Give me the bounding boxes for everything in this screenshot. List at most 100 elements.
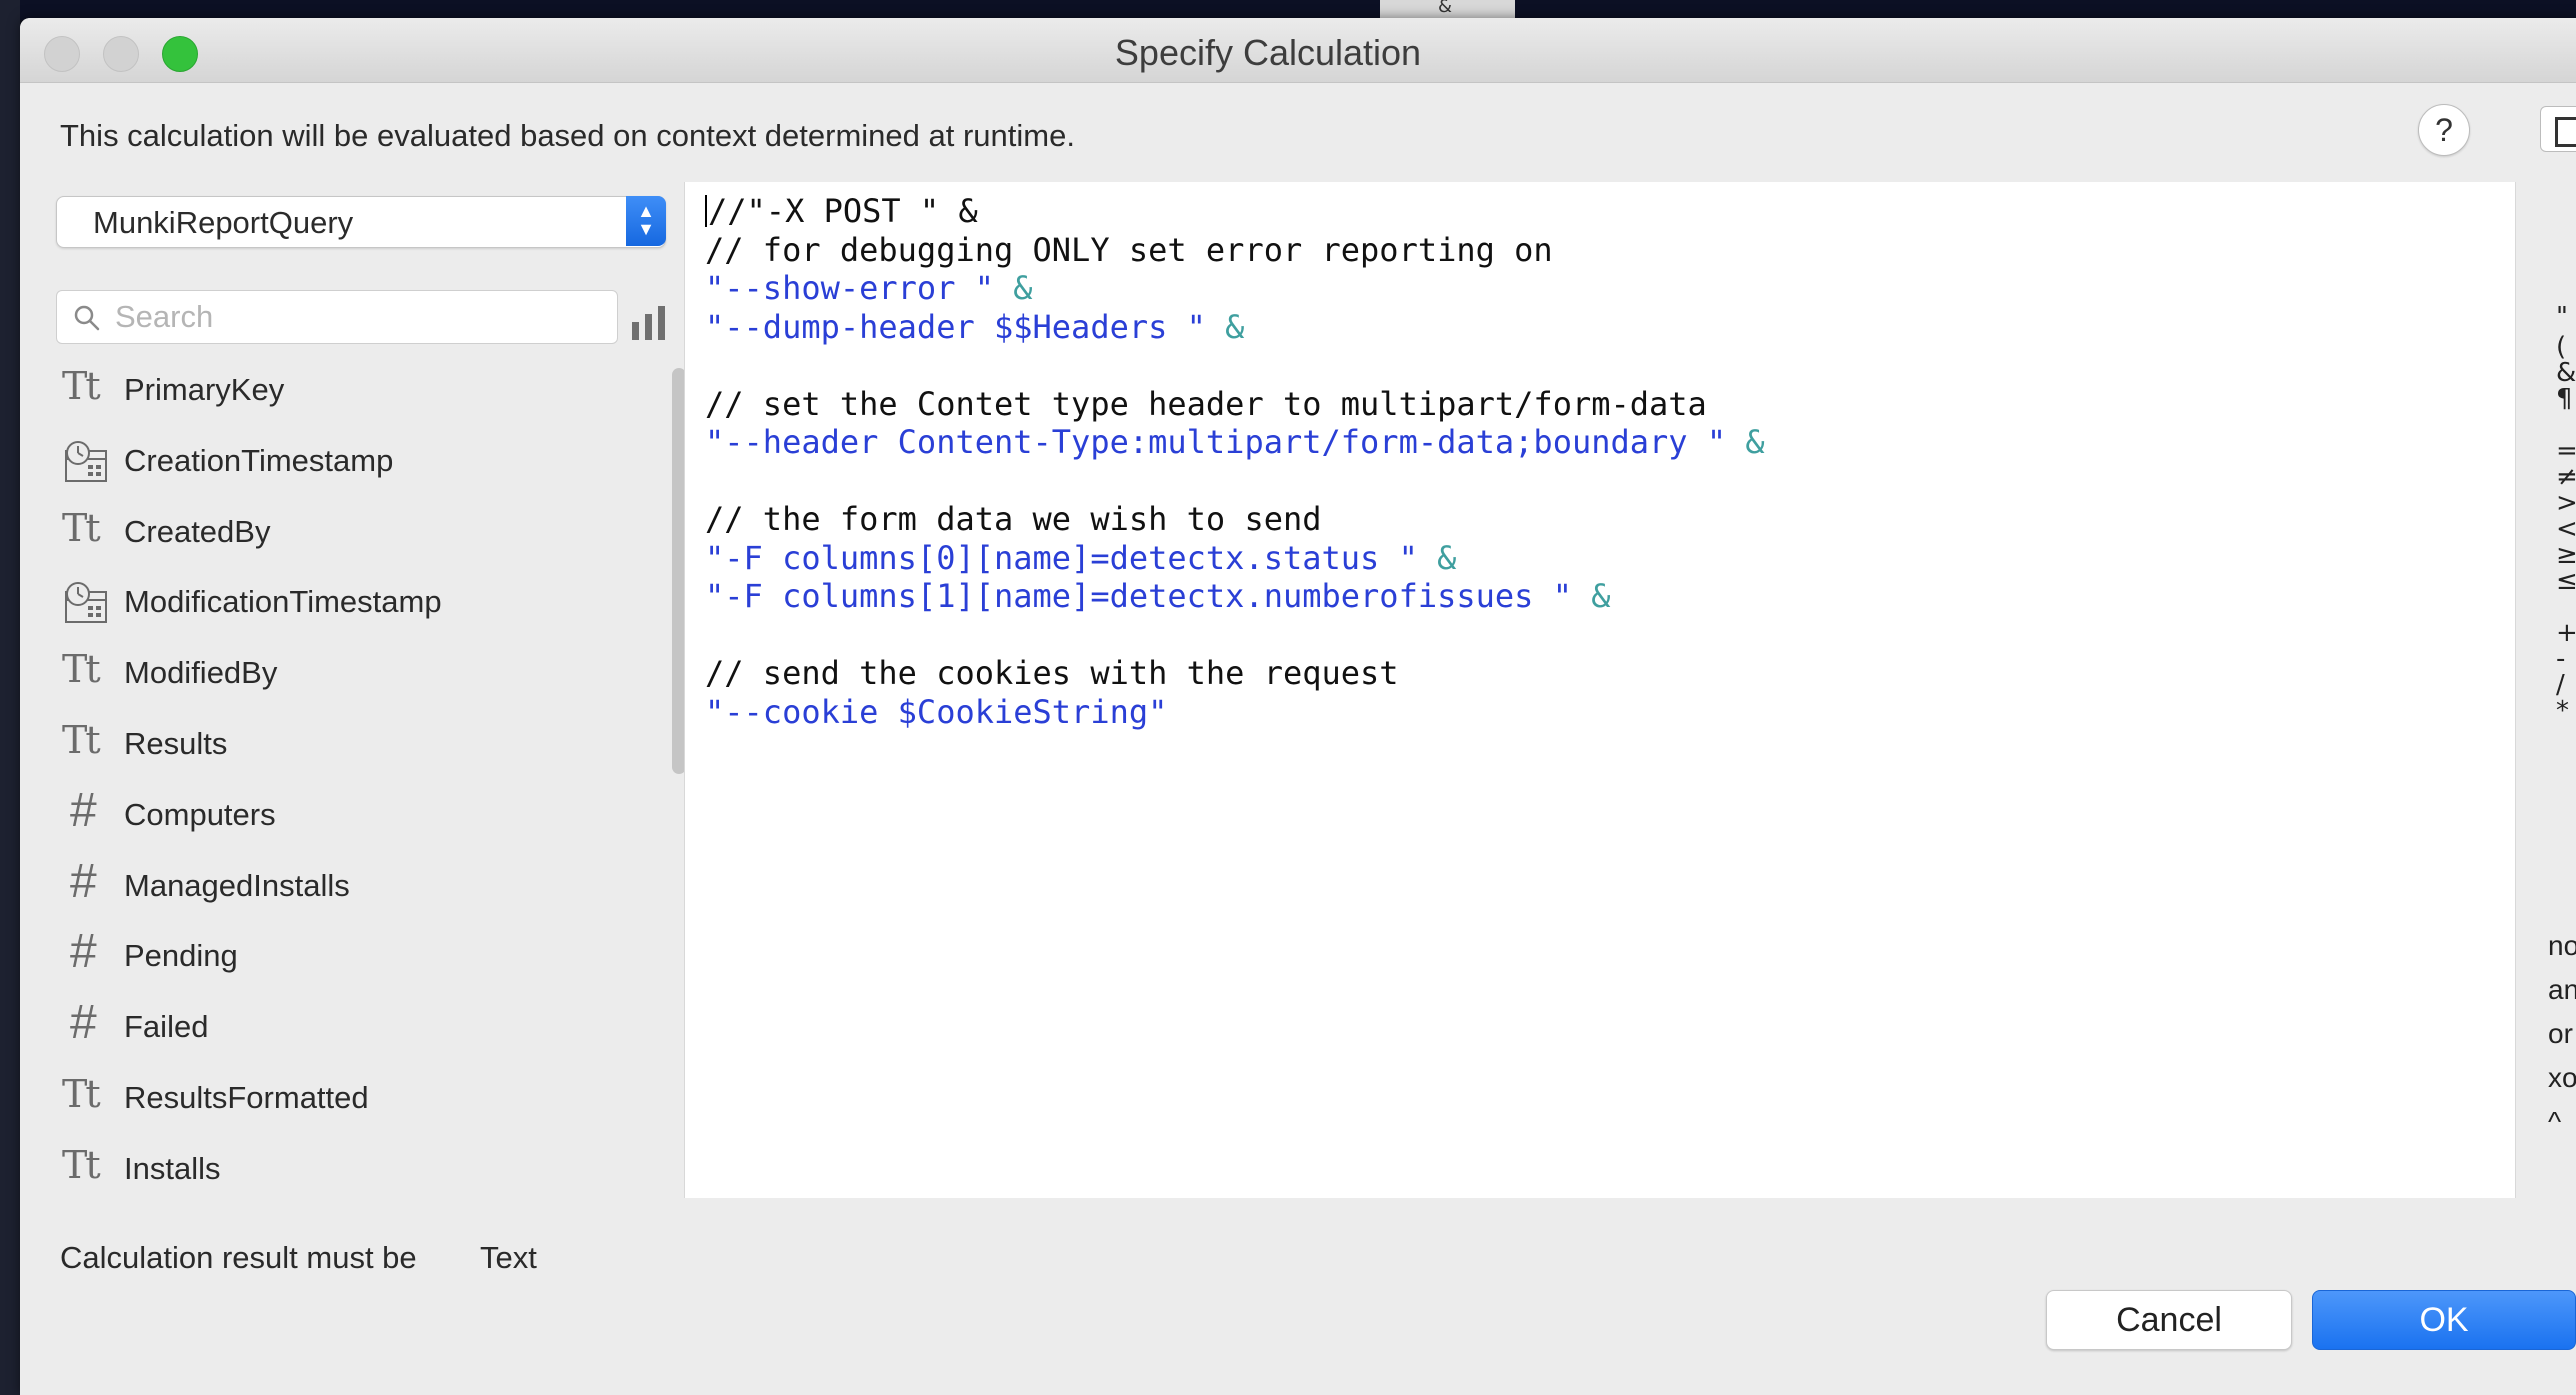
field-name: ModificationTimestamp [124,584,442,620]
number-field-icon: # [70,996,97,1050]
calculation-editor[interactable]: //"-X POST " &// for debugging ONLY set … [684,182,2516,1198]
sort-options-icon[interactable] [630,302,670,342]
field-name: Pending [124,938,238,974]
text-field-icon: Tt [62,718,101,762]
code-token: & [1013,269,1033,307]
table-occurrence-value: MunkiReportQuery [93,205,354,240]
result-type-label: Calculation result must be [60,1240,417,1275]
code-token: & [1437,538,1457,577]
field-item[interactable]: # Pending [40,924,640,984]
code-token: //"-X POST " & [708,192,978,230]
field-name: CreatedBy [124,513,271,549]
field-item[interactable]: CreationTimestamp [40,429,640,489]
code-token: "-F columns[0][name]=detectx.status " [705,538,1438,577]
code-token: // for debugging ONLY set error reportin… [705,230,1553,269]
operator-button[interactable]: or [2548,1018,2573,1050]
timestamp-field-icon [62,439,110,483]
field-item[interactable]: Tt Results [40,712,640,772]
code-line: // the form data we wish to send [705,500,1765,539]
operator-button[interactable]: " " [2556,302,2576,332]
code-token: "--show-error " [705,269,1014,307]
field-item[interactable]: Tt ResultsFormatted [40,1066,640,1126]
specify-calculation-dialog: Specify Calculation This calculation wil… [20,18,2576,1395]
field-name: ManagedInstalls [124,867,350,903]
code-line: "--header Content-Type:multipart/form-da… [705,423,1765,462]
desktop-background [0,0,2576,20]
background-tab-glyph: & [1438,0,1453,17]
title-bar: Specify Calculation [20,18,2576,83]
search-input[interactable] [113,299,597,335]
operator-button[interactable]: and [2548,974,2576,1006]
text-field-icon: Tt [62,505,101,550]
number-field-icon: # [70,925,97,979]
field-item[interactable]: Tt CreatedBy [40,500,640,560]
code-line: "-F columns[1][name]=detectx.numberofiss… [705,577,1765,616]
field-item[interactable]: # Computers [40,783,640,843]
field-item[interactable]: # Failed [40,995,640,1055]
search-field[interactable] [56,290,618,344]
field-item[interactable]: Tt Installs [40,1137,640,1197]
code-line: // set the Contet type header to multipa… [705,385,1765,424]
text-field-icon: Tt [62,647,101,692]
field-item[interactable]: Tt PrimaryKey [40,358,640,418]
ok-button[interactable]: OK [2312,1290,2576,1350]
operator-button[interactable]: ^ [2548,1106,2561,1138]
operator-button[interactable]: ¶ [2556,384,2573,414]
field-name: Computers [124,796,276,832]
code-token: // the form data we wish to send [705,500,1322,538]
code-token: "--dump-header $$Headers " [705,307,1226,346]
code-line: "--cookie $CookieString" [705,693,1765,732]
field-item[interactable]: Tt ModifiedBy [40,641,640,701]
timestamp-field-icon [62,580,110,624]
code-line: //"-X POST " & [705,192,1765,231]
up-down-chevron-icon: ▲ ▼ [626,196,666,246]
operator-button[interactable]: xor [2548,1062,2576,1094]
field-name: ModifiedBy [124,655,278,691]
field-name: Failed [124,1009,209,1045]
code-token: "-F columns[1][name]=detectx.numberofiss… [705,577,1592,615]
code-token: "--cookie $CookieString" [705,692,1168,731]
code-line: "--dump-header $$Headers " & [705,308,1765,347]
code-line: "--show-error " & [705,269,1765,308]
context-note: This calculation will be evaluated based… [60,118,1075,153]
table-occurrence-select[interactable]: MunkiReportQuery ▲ ▼ [56,196,666,248]
code-token: & [1591,577,1611,615]
code-line: "-F columns[0][name]=detectx.status " & [705,539,1765,578]
number-field-icon: # [70,783,97,837]
operator-button[interactable]: * [2556,696,2569,726]
code-token: "--header Content-Type:multipart/form-da… [705,423,1746,461]
code-token: // send the cookies with the request [705,654,1399,692]
text-field-icon: Tt [62,1072,101,1116]
text-caret [705,195,707,227]
code-token: & [1225,307,1245,346]
number-field-icon: # [70,854,97,908]
code-line: // send the cookies with the request [705,654,1765,693]
field-name: PrimaryKey [124,372,285,407]
field-item[interactable]: ModificationTimestamp [40,570,640,630]
field-name: Results [124,726,228,761]
background-window-tab: & [1380,0,1515,20]
code-token: & [1745,423,1765,461]
layout-toggle-icon[interactable] [2540,106,2576,152]
code-line: // for debugging ONLY set error reportin… [705,231,1765,270]
operator-panel: " "( )&¶=≠><≥≤+-/*notandorxor^ [2532,182,2576,1198]
help-button[interactable]: ? [2418,104,2470,156]
field-name: CreationTimestamp [124,442,394,478]
operator-button[interactable]: not [2548,930,2576,962]
code-token: // set the Contet type header to multipa… [705,384,1707,423]
operator-button[interactable]: ≤ [2556,566,2576,596]
desktop-background-left [0,0,20,1395]
field-item[interactable]: # ManagedInstalls [40,854,640,914]
cancel-button[interactable]: Cancel [2046,1290,2292,1350]
calculation-code: //"-X POST " &// for debugging ONLY set … [705,192,1765,731]
search-icon [74,305,100,331]
text-field-icon: Tt [62,364,101,408]
window-title: Specify Calculation [1114,32,1422,73]
field-name: Installs [124,1150,221,1186]
field-list: Tt PrimaryKey CreationTimestamp Tt CreatedBy… [40,358,660,1198]
result-type-select[interactable]: Text [480,1240,537,1276]
field-name: ResultsFormatted [124,1080,369,1115]
